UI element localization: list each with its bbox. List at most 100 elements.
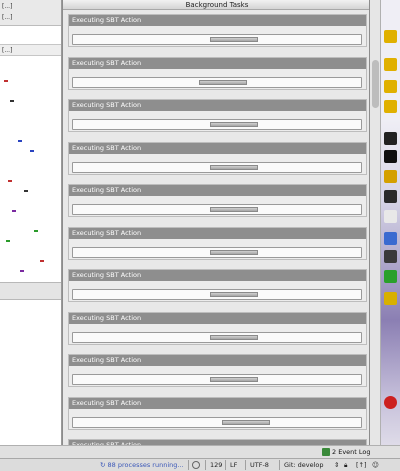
code-token (24, 190, 28, 192)
right-side-strip (370, 0, 400, 458)
task-title: Executing SBT Action (69, 355, 366, 366)
task-progress-indicator (199, 80, 247, 85)
task-card: Executing SBT Action (68, 312, 367, 345)
memory-indicator[interactable] (192, 459, 200, 471)
task-card: Executing SBT Action (68, 142, 367, 175)
folder-icon[interactable] (384, 30, 397, 43)
task-title: Executing SBT Action (69, 58, 366, 69)
task-progress-bar (72, 34, 362, 45)
app-icon[interactable] (384, 250, 397, 263)
editor-bottom-panel-header (0, 282, 61, 300)
task-title: Executing SBT Action (69, 143, 366, 154)
event-log-button[interactable]: 2 Event Log (322, 447, 371, 458)
task-title: Executing SBT Action (69, 313, 366, 324)
separator (225, 460, 226, 470)
code-token (8, 180, 12, 182)
background-tasks-window: Background Tasks Executing SBT Action Exe… (62, 0, 370, 445)
memory-indicator-icon (192, 461, 200, 469)
task-progress-bar (72, 417, 362, 428)
app-icon[interactable] (384, 210, 397, 223)
task-card: Executing SBT Action (68, 184, 367, 217)
task-progress-bar (72, 204, 362, 215)
screen: [...] [...] [...] Background Tasks Execu… (0, 0, 400, 471)
task-progress-indicator (210, 207, 258, 212)
task-progress-bar (72, 289, 362, 300)
task-progress-indicator (210, 292, 258, 297)
task-progress-bar (72, 247, 362, 258)
separator (188, 460, 189, 470)
task-progress-indicator (210, 335, 258, 340)
task-card: Executing SBT Action (68, 269, 367, 302)
event-log-icon (322, 448, 330, 456)
code-token (10, 100, 14, 102)
editor-pane[interactable]: [...] [...] [...] (0, 0, 62, 458)
app-icon[interactable] (384, 232, 397, 245)
task-progress-indicator (210, 377, 258, 382)
editor-tab[interactable]: [...] (0, 3, 61, 13)
hector-icon[interactable]: ☺︎ (372, 459, 379, 471)
task-title: Executing SBT Action (69, 270, 366, 281)
task-card: Executing SBT Action (68, 354, 367, 387)
status-bar: ↻ 88 processes running... 129 LF UTF-8 G… (0, 458, 400, 471)
event-log-row: 2 Event Log (0, 445, 400, 458)
code-token (6, 240, 10, 242)
terminal-icon[interactable] (384, 132, 397, 145)
task-title: Executing SBT Action (69, 100, 366, 111)
task-progress-bar (72, 162, 362, 173)
separator (245, 460, 246, 470)
vertical-scrollbar[interactable] (370, 0, 381, 458)
task-progress-bar (72, 77, 362, 88)
code-token (34, 230, 38, 232)
task-progress-indicator (210, 165, 258, 170)
code-token (20, 270, 24, 272)
task-title: Executing SBT Action (69, 185, 366, 196)
app-icon[interactable] (384, 190, 397, 203)
task-progress-indicator (210, 250, 258, 255)
app-icon[interactable] (384, 270, 397, 283)
task-progress-indicator (210, 122, 258, 127)
task-card: Executing SBT Action (68, 57, 367, 90)
line-separator-selector[interactable]: LF (230, 459, 237, 471)
editor-toolbar[interactable]: [...] (0, 44, 61, 56)
task-progress-bar (72, 119, 362, 130)
folder-icon[interactable] (384, 80, 397, 93)
code-token (12, 210, 16, 212)
editor-tab-bar: [...] [...] (0, 0, 61, 26)
task-title: Executing SBT Action (69, 398, 366, 409)
line-number[interactable]: 129 (210, 459, 222, 471)
app-icon[interactable] (384, 150, 397, 163)
task-progress-indicator (210, 37, 258, 42)
task-card: Executing SBT Action (68, 14, 367, 47)
separator (279, 460, 280, 470)
event-log-badge: 2 (332, 448, 337, 456)
editor-tab[interactable]: [...] (0, 14, 61, 24)
chevron-updown-icon: ⇕ (334, 461, 340, 469)
task-progress-bar (72, 374, 362, 385)
task-title: Executing SBT Action (69, 228, 366, 239)
inspection-icon[interactable]: [↑] (356, 459, 367, 471)
spinner-icon: ↻ (100, 461, 106, 469)
event-log-label: Event Log (338, 448, 371, 456)
scrollbar-thumb[interactable] (372, 60, 379, 108)
folder-icon[interactable] (384, 58, 397, 71)
processes-text: 88 processes running... (107, 461, 184, 469)
code-token (40, 260, 44, 262)
lock-icon[interactable]: 🔒︎ (344, 459, 347, 471)
processes-indicator[interactable]: ↻ 88 processes running... (100, 459, 184, 471)
folder-icon[interactable] (384, 100, 397, 113)
encoding-selector[interactable]: UTF-8 (250, 459, 269, 471)
task-card: Executing SBT Action (68, 227, 367, 260)
app-icon[interactable] (384, 292, 397, 305)
task-card: Executing SBT Action (68, 397, 367, 430)
task-progress-bar (72, 332, 362, 343)
vcs-branch-selector[interactable]: Git: develop (284, 459, 324, 471)
separator (205, 460, 206, 470)
code-token (30, 150, 34, 152)
editor-bottom-panel (0, 300, 61, 458)
app-icon[interactable] (384, 170, 397, 183)
task-card: Executing SBT Action (68, 99, 367, 132)
code-area[interactable] (0, 60, 61, 280)
app-icon[interactable] (384, 396, 397, 409)
code-token (4, 80, 8, 82)
code-token (18, 140, 22, 142)
